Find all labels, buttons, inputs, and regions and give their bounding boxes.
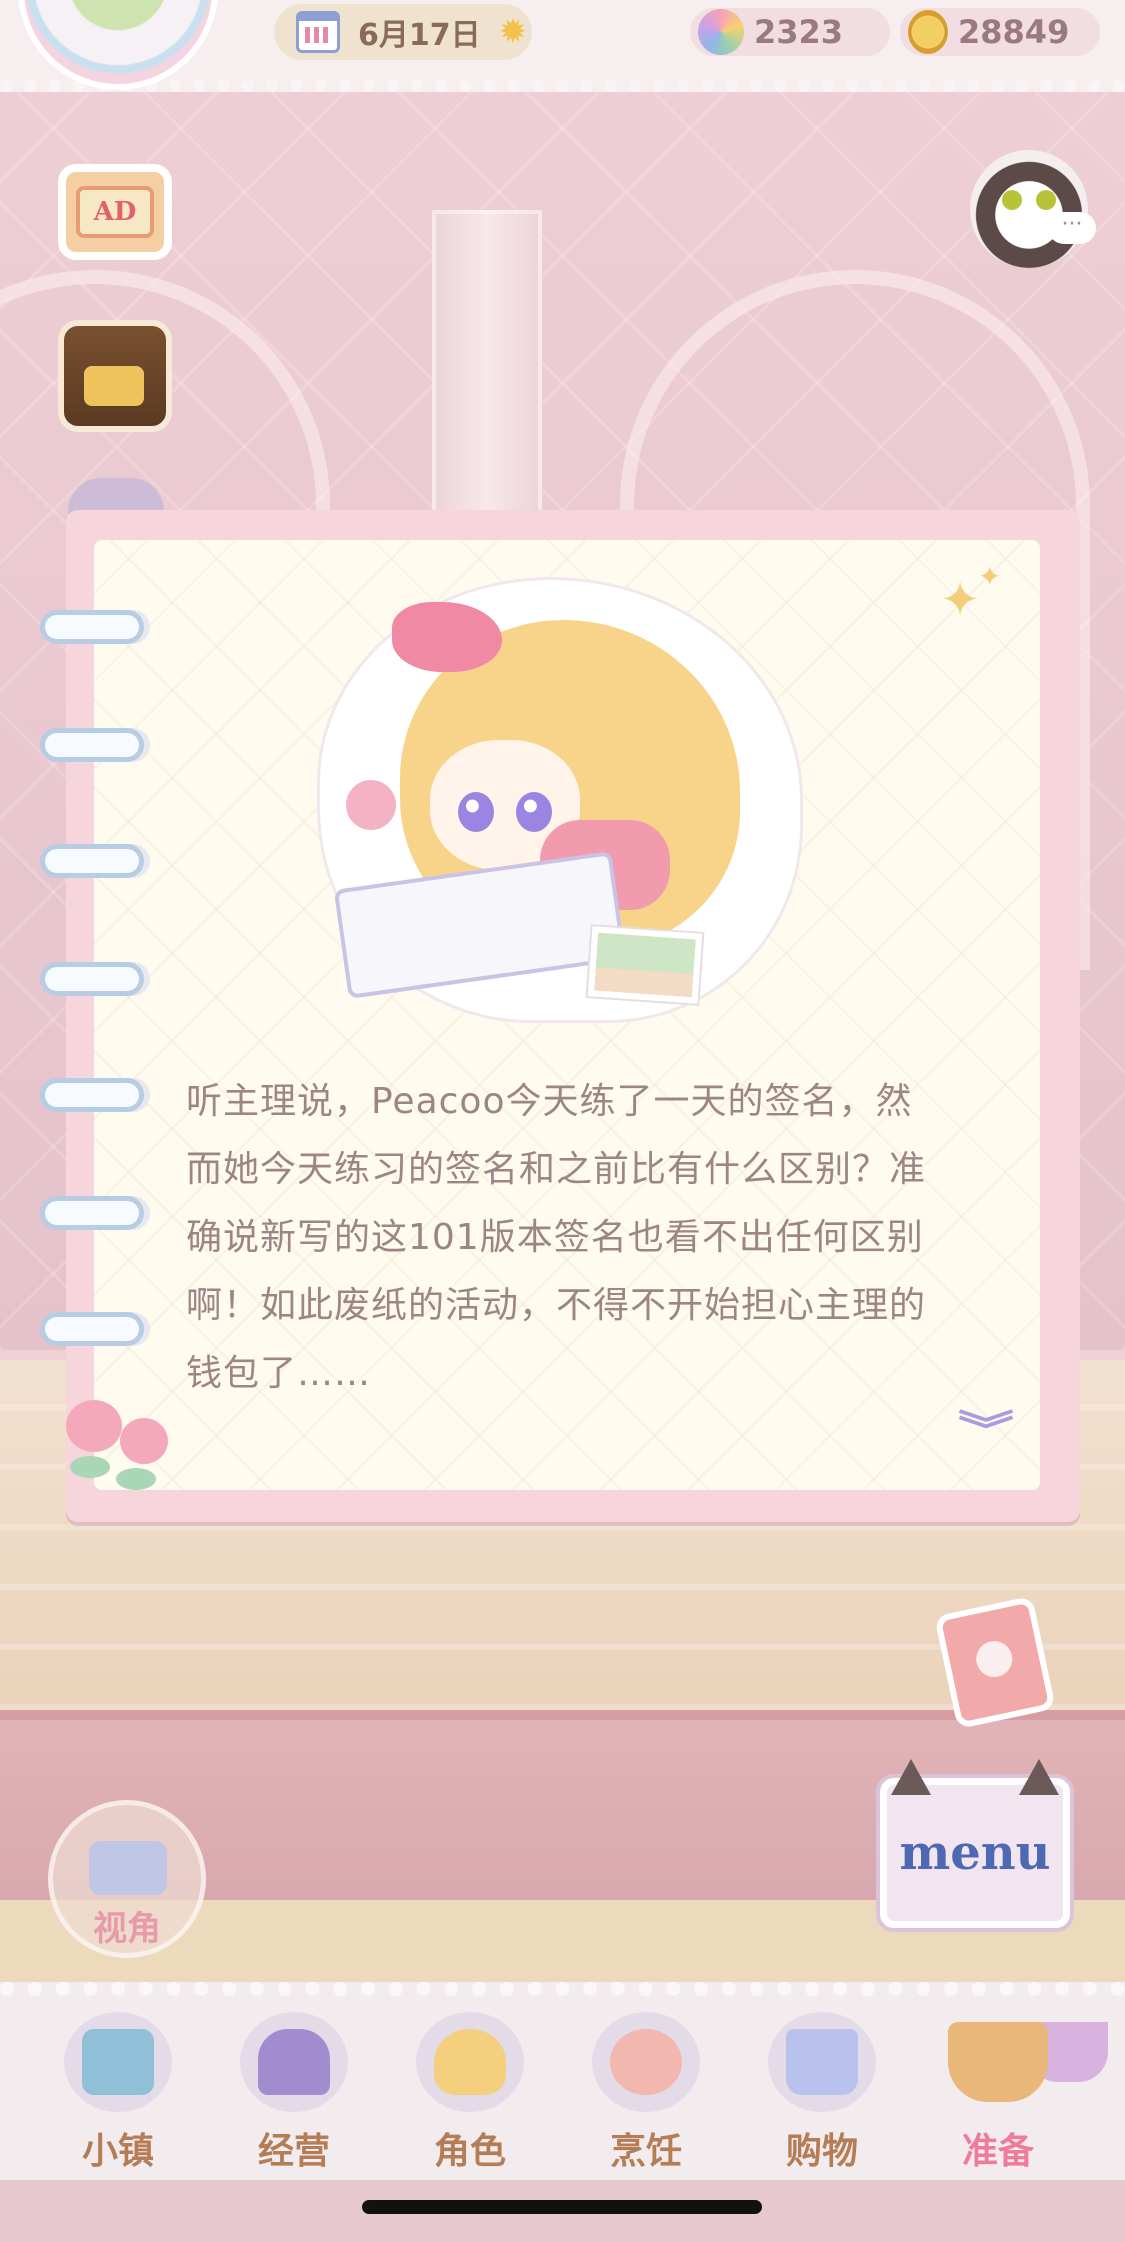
continue-chevron-icon[interactable]: ︾ — [958, 1411, 1014, 1451]
tv-ad-icon: AD — [76, 186, 154, 238]
rose-leaf — [116, 1468, 156, 1490]
gem-count: 2323 — [754, 13, 844, 51]
heart-pen-icon — [346, 780, 396, 830]
binder-ring — [40, 1312, 144, 1346]
story-line: 啊！如此废纸的活动，不得不开始担心主理的 — [186, 1285, 927, 1326]
camcorder-icon — [89, 1841, 167, 1895]
nav-item-shopping[interactable]: 购物 — [752, 2012, 892, 2182]
nav-item-character[interactable]: 角色 — [400, 2012, 540, 2182]
binder-ring — [40, 610, 144, 644]
story-line: 而她今天练习的签名和之前比有什么区别？准 — [186, 1149, 927, 1190]
camera-view-button[interactable]: 视角 — [48, 1800, 206, 1958]
ad-reward-button[interactable]: AD — [58, 164, 172, 260]
binder-ring — [40, 844, 144, 878]
date-text: 6月17日 — [358, 18, 481, 53]
sparkle-icon: ✦ — [940, 572, 981, 628]
date-display: 6月17日 ✹ — [274, 4, 532, 60]
rainbow-flower-icon — [698, 9, 744, 55]
map-icon — [64, 2012, 172, 2112]
nav-label: 准备 — [961, 2131, 1034, 2172]
sparkle-small-icon: ✦ — [978, 560, 1002, 593]
menu-label: menu — [899, 1825, 1051, 1881]
menu-book-button[interactable]: menu — [880, 1759, 1070, 1928]
shopping-bag-icon — [768, 2012, 876, 2112]
nav-label: 烹饪 — [609, 2131, 682, 2172]
character-icon — [416, 2012, 524, 2112]
nav-item-business[interactable]: 经营 — [224, 2012, 364, 2182]
sandwich-icon — [592, 2012, 700, 2112]
sun-weather-icon: ✹ — [498, 12, 528, 52]
home-indicator[interactable] — [362, 2200, 762, 2214]
story-line: 钱包了…… — [186, 1353, 372, 1394]
eye-left — [458, 792, 494, 832]
ad-label: AD — [93, 197, 137, 227]
coin-counter[interactable]: 28849 — [900, 8, 1100, 56]
peacoo-writing-sticker — [320, 580, 800, 1020]
shop-lock-icon — [240, 2012, 348, 2112]
binder-ring — [40, 962, 144, 996]
story-line: 听主理说，Peacoo今天练了一天的签名，然 — [186, 1081, 913, 1122]
basket-icon — [944, 2012, 1052, 2112]
binder-ring — [40, 728, 144, 762]
binder-ring — [40, 1078, 144, 1112]
nav-label: 购物 — [785, 2131, 858, 2172]
nav-item-town[interactable]: 小镇 — [48, 2012, 188, 2182]
photo-cards — [587, 926, 703, 1004]
coin-count: 28849 — [958, 13, 1070, 51]
treasure-chest-button[interactable] — [58, 320, 172, 432]
rose-bloom — [66, 1400, 122, 1452]
nav-label: 角色 — [433, 2131, 506, 2172]
calendar-icon — [296, 11, 340, 53]
gem-counter[interactable]: 2323 — [690, 8, 890, 56]
coin-icon — [908, 10, 948, 54]
nav-label: 小镇 — [81, 2131, 154, 2172]
nav-item-cooking[interactable]: 烹饪 — [576, 2012, 716, 2182]
rose-leaf — [70, 1456, 110, 1478]
story-text: 听主理说，Peacoo今天练了一天的签名，然 而她今天练习的签名和之前比有什么区… — [186, 1068, 986, 1408]
cat-chat-button[interactable] — [970, 150, 1088, 268]
story-line: 确说新写的这101版本签名也看不出任何区别 — [186, 1217, 924, 1258]
chat-bubble-icon: ··· — [1048, 212, 1096, 244]
nav-label: 经营 — [257, 2131, 330, 2172]
camera-view-label: 视角 — [93, 1909, 161, 1949]
rose-decoration — [60, 1394, 190, 1504]
eye-right — [516, 792, 552, 832]
rose-bloom — [120, 1418, 168, 1464]
nav-item-prepare[interactable]: 准备 — [928, 2012, 1068, 2182]
binder-ring — [40, 1196, 144, 1230]
